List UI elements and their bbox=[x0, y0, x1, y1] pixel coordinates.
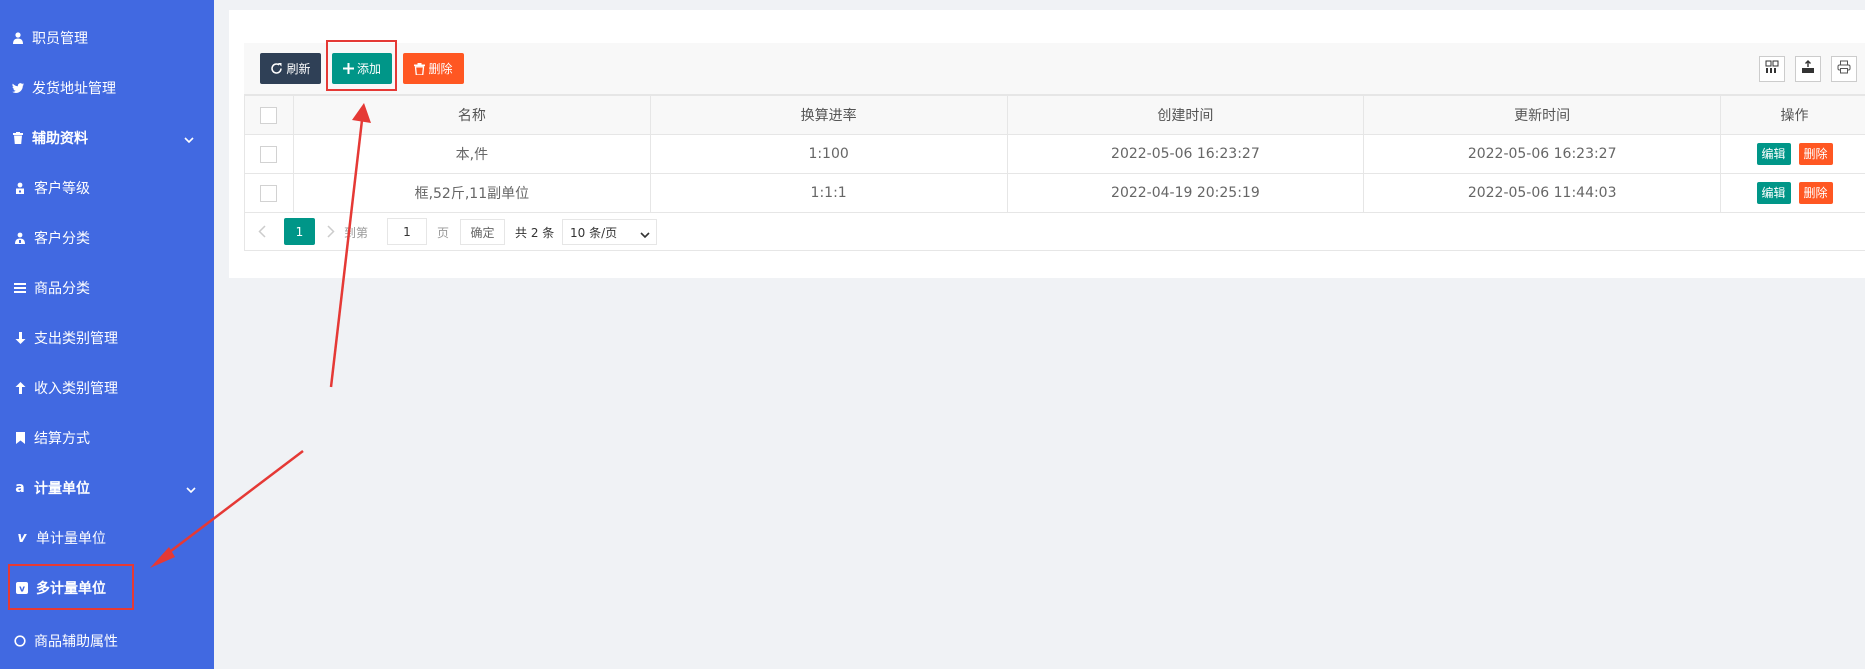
sidebar-item-label: 单计量单位 bbox=[36, 531, 106, 547]
sidebar-item-staff[interactable]: 职员管理 bbox=[10, 20, 206, 56]
export-icon bbox=[1801, 60, 1815, 78]
page-size-value: 10 条/页 bbox=[570, 225, 618, 240]
print-button[interactable] bbox=[1831, 56, 1857, 82]
sidebar-item-shipping-address[interactable]: 发货地址管理 bbox=[10, 70, 206, 106]
sidebar-item-income-category[interactable]: 收入类别管理 bbox=[12, 370, 208, 406]
sidebar-item-label: 职员管理 bbox=[32, 31, 88, 47]
sidebar-item-label: 结算方式 bbox=[34, 431, 90, 447]
sidebar-group-measure-unit[interactable]: a 计量单位 bbox=[12, 470, 208, 506]
sidebar-item-customer-category[interactable]: 客户分类 bbox=[12, 220, 208, 256]
amazon-icon: a bbox=[15, 480, 25, 496]
edit-button[interactable]: 编辑 bbox=[1756, 182, 1791, 204]
sidebar-item-label: 商品辅助属性 bbox=[34, 634, 118, 650]
delete-label: 删除 bbox=[428, 62, 453, 76]
cell-name: 框,52斤,11副单位 bbox=[292, 173, 651, 213]
delete-button[interactable]: 删除 bbox=[1798, 143, 1833, 165]
cell-actions: 编辑 删除 bbox=[1720, 173, 1865, 213]
sidebar-item-label: 客户等级 bbox=[34, 181, 90, 197]
column-header-name[interactable]: 名称 bbox=[292, 95, 651, 135]
circle-icon bbox=[12, 635, 28, 647]
table-header-row: 名称 换算进率 创建时间 更新时间 操作 bbox=[244, 95, 1865, 135]
refresh-icon bbox=[270, 62, 283, 75]
next-page-button[interactable] bbox=[327, 219, 335, 245]
sidebar-item-product-attributes[interactable]: 商品辅助属性 bbox=[12, 623, 208, 659]
table-toolbar bbox=[244, 43, 1865, 95]
export-button[interactable] bbox=[1795, 56, 1821, 82]
active-item-highlight bbox=[8, 564, 134, 610]
total-count: 共 2 条 bbox=[515, 225, 555, 240]
trash-icon bbox=[10, 132, 26, 144]
select-all-cell bbox=[244, 95, 294, 135]
columns-icon bbox=[1765, 60, 1779, 78]
user-icon bbox=[10, 32, 26, 44]
goto-label: 到第 bbox=[344, 225, 369, 240]
sidebar-group-label: 辅助资料 bbox=[32, 131, 88, 147]
print-icon bbox=[1837, 60, 1851, 78]
chevron-down-icon bbox=[186, 482, 196, 498]
confirm-page-button[interactable]: 确定 bbox=[460, 219, 505, 245]
sidebar-item-label: 支出类别管理 bbox=[34, 331, 118, 347]
cell-updated: 2022-05-06 16:23:27 bbox=[1363, 134, 1722, 174]
bookmark-icon bbox=[12, 432, 28, 444]
sidebar-group-aux-data[interactable]: 辅助资料 bbox=[10, 120, 206, 156]
table-row: 本,件 1:100 2022-05-06 16:23:27 2022-05-06… bbox=[244, 134, 1865, 174]
chevron-down-icon bbox=[184, 132, 194, 148]
list-icon bbox=[12, 283, 28, 293]
trash-icon bbox=[414, 62, 426, 75]
column-header-created[interactable]: 创建时间 bbox=[1006, 95, 1365, 135]
column-header-rate[interactable]: 换算进率 bbox=[649, 95, 1008, 135]
sidebar-item-label: 收入类别管理 bbox=[34, 381, 118, 397]
prev-page-button[interactable] bbox=[258, 219, 266, 245]
page-number-value: 1 bbox=[403, 224, 411, 239]
edit-button[interactable]: 编辑 bbox=[1756, 143, 1791, 165]
refresh-button[interactable]: 刷新 bbox=[260, 53, 321, 84]
sidebar-item-single-unit[interactable]: v 单计量单位 bbox=[14, 520, 210, 556]
row-checkbox[interactable] bbox=[260, 184, 278, 202]
vimeo-icon: v bbox=[17, 530, 27, 546]
sidebar-item-customer-level[interactable]: 客户等级 bbox=[12, 170, 208, 206]
current-page-button[interactable]: 1 bbox=[284, 218, 315, 245]
sidebar-item-label: 发货地址管理 bbox=[32, 81, 116, 97]
arrow-up-icon bbox=[12, 382, 28, 394]
delete-button[interactable]: 删除 bbox=[1798, 182, 1833, 204]
page-number-input[interactable]: 1 bbox=[387, 218, 427, 245]
cell-actions: 编辑 删除 bbox=[1720, 134, 1865, 174]
cell-updated: 2022-05-06 11:44:03 bbox=[1363, 173, 1722, 213]
batch-delete-button[interactable]: 删除 bbox=[403, 53, 464, 84]
page-suffix-label: 页 bbox=[437, 225, 450, 240]
cell-rate: 1:100 bbox=[649, 134, 1008, 174]
cell-name: 本,件 bbox=[292, 134, 651, 174]
cell-rate: 1:1:1 bbox=[649, 173, 1008, 213]
data-table: 名称 换算进率 创建时间 更新时间 操作 本,件 1:100 2022-05-0… bbox=[244, 95, 1865, 213]
sidebar-item-settlement-method[interactable]: 结算方式 bbox=[12, 420, 208, 456]
row-checkbox[interactable] bbox=[260, 145, 278, 163]
sidebar-item-label: 商品分类 bbox=[34, 281, 90, 297]
sidebar-item-label: 客户分类 bbox=[34, 231, 90, 247]
select-all-checkbox[interactable] bbox=[260, 106, 278, 124]
chevron-left-icon bbox=[258, 222, 266, 243]
cell-created: 2022-04-19 20:25:19 bbox=[1006, 173, 1365, 213]
column-header-actions: 操作 bbox=[1720, 95, 1865, 135]
cell-created: 2022-05-06 16:23:27 bbox=[1006, 134, 1365, 174]
user-group-icon bbox=[12, 232, 28, 244]
table-row: 框,52斤,11副单位 1:1:1 2022-04-19 20:25:19 20… bbox=[244, 173, 1865, 213]
refresh-label: 刷新 bbox=[286, 62, 311, 76]
user-lock-icon bbox=[12, 182, 28, 194]
chevron-right-icon bbox=[327, 222, 335, 243]
sidebar-item-product-category[interactable]: 商品分类 bbox=[12, 270, 208, 306]
page-size-select[interactable]: 10 条/页 bbox=[562, 219, 657, 245]
column-header-updated[interactable]: 更新时间 bbox=[1363, 95, 1722, 135]
chevron-down-icon bbox=[640, 228, 650, 242]
sidebar-group-label: 计量单位 bbox=[34, 481, 90, 497]
columns-filter-button[interactable] bbox=[1759, 56, 1785, 82]
twitter-icon bbox=[10, 83, 26, 93]
sidebar-item-expense-category[interactable]: 支出类别管理 bbox=[12, 320, 208, 356]
add-button-highlight bbox=[326, 40, 397, 91]
arrow-down-icon bbox=[12, 332, 28, 344]
